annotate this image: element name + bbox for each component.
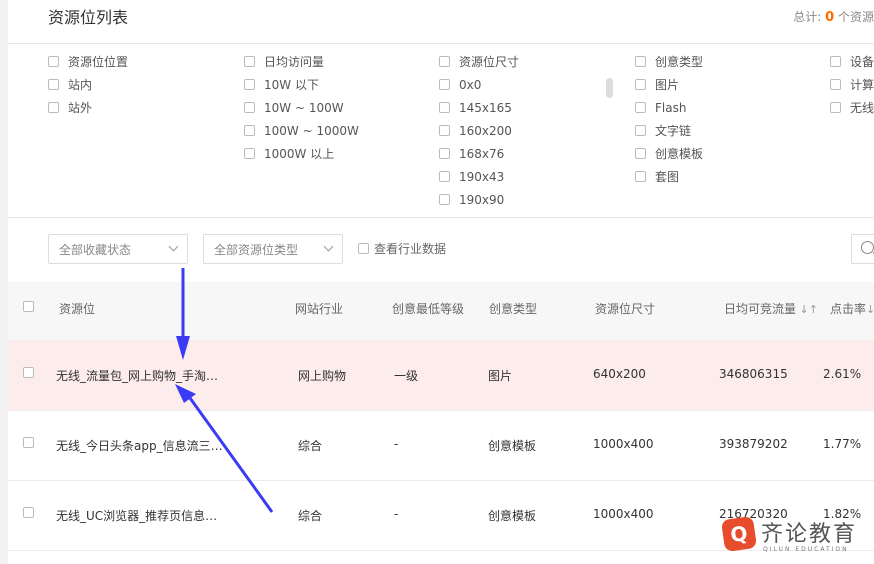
arrow-down-annotation bbox=[176, 268, 190, 360]
arrow-up-annotation bbox=[175, 384, 274, 513]
logo-mark-icon: Q bbox=[720, 515, 758, 553]
watermark-logo: Q 齐论教育 QILUN EDUCATION bbox=[720, 515, 863, 558]
annotation-arrows bbox=[175, 268, 274, 513]
